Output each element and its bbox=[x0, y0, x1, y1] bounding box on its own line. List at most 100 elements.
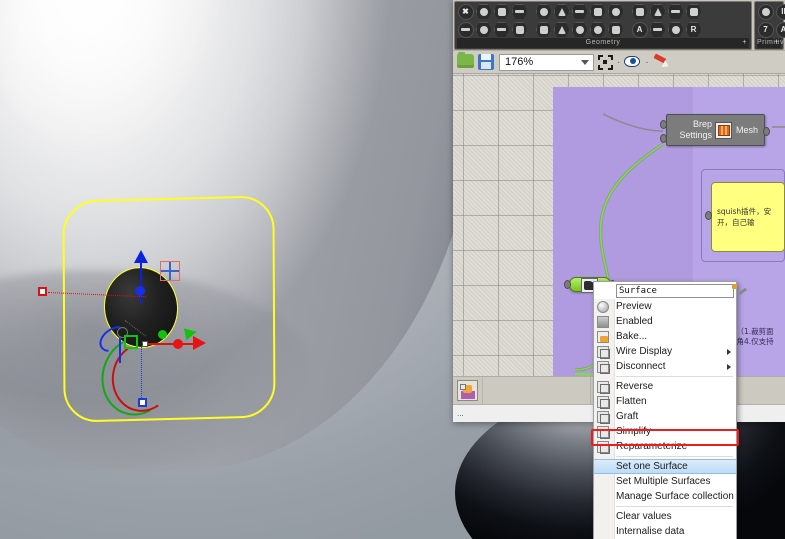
port-note-input[interactable] bbox=[705, 211, 712, 220]
blob-icon[interactable] bbox=[667, 21, 684, 38]
canvas-grid-line bbox=[463, 74, 464, 399]
transform-icon[interactable] bbox=[553, 3, 570, 20]
gumball-arrow-y[interactable] bbox=[184, 326, 198, 340]
menu-separator bbox=[616, 456, 733, 457]
bake-button[interactable] bbox=[653, 54, 669, 70]
ribbon-group-1[interactable]: ✖ bbox=[457, 3, 528, 38]
script-icon[interactable]: R bbox=[685, 21, 702, 38]
toolbar-separator-1: · bbox=[617, 57, 620, 68]
spark-icon[interactable] bbox=[553, 21, 570, 38]
menu-item-label: Internalise data bbox=[616, 526, 732, 537]
ribbon-group-3[interactable]: A R bbox=[631, 3, 702, 38]
yellow-note-panel[interactable]: squish插件，安 开，自己输 bbox=[711, 182, 785, 252]
number-icon[interactable]: II bbox=[775, 3, 785, 20]
menu-item-wire-display[interactable]: Wire Display bbox=[594, 344, 736, 359]
digit-seven-icon[interactable]: 7 bbox=[757, 21, 774, 38]
cluster-icon[interactable] bbox=[685, 3, 702, 20]
preview-toggle-button[interactable] bbox=[624, 54, 641, 71]
plane-icon[interactable] bbox=[511, 21, 528, 38]
bottom-cell-1[interactable] bbox=[453, 377, 483, 405]
gumball-axis-x[interactable] bbox=[146, 343, 196, 345]
menu-item-preview[interactable]: Preview bbox=[594, 299, 736, 314]
menu-item-manage-surface-collection[interactable]: Manage Surface collection bbox=[594, 489, 736, 504]
null-icon[interactable] bbox=[631, 3, 648, 20]
ribbon-expand-icon-2[interactable]: + bbox=[774, 38, 779, 48]
menu-item-bake[interactable]: Bake... bbox=[594, 329, 736, 344]
gumball-origin[interactable] bbox=[142, 341, 148, 347]
component-name-input[interactable] bbox=[616, 284, 734, 298]
line-icon[interactable] bbox=[493, 21, 510, 38]
ribbon-expand-icon[interactable]: + bbox=[742, 38, 747, 48]
canvas-grid-line bbox=[453, 75, 785, 76]
bottom-cell-2[interactable] bbox=[483, 377, 591, 405]
menu-item-clear-values[interactable]: Clear values bbox=[594, 509, 736, 524]
menu-item-simplify[interactable]: Simplify bbox=[594, 424, 736, 439]
dot-icon[interactable] bbox=[571, 21, 588, 38]
canvas-toolbar[interactable]: 176% · · bbox=[453, 50, 785, 74]
zoom-to-fit-button[interactable] bbox=[598, 55, 613, 70]
ribbon-panel-primitive[interactable]: II 7 A bbox=[754, 1, 784, 50]
field-icon[interactable] bbox=[571, 3, 588, 20]
group-icon[interactable] bbox=[535, 3, 552, 20]
merge-icon[interactable] bbox=[649, 3, 666, 20]
zoom-level-value: 176% bbox=[505, 56, 533, 68]
menu-item-disconnect[interactable]: Disconnect bbox=[594, 359, 736, 374]
bake-preview-icon[interactable] bbox=[457, 380, 478, 401]
vector-icon[interactable] bbox=[589, 3, 606, 20]
hex-icon[interactable] bbox=[535, 21, 552, 38]
letter-a-icon-2[interactable]: A bbox=[775, 21, 785, 38]
gumball-scale-x[interactable] bbox=[173, 339, 183, 349]
menu-item-enabled[interactable]: Enabled bbox=[594, 314, 736, 329]
brep-close-icon[interactable]: ✖ bbox=[457, 3, 474, 20]
menu-item-set-multiple-surfaces[interactable]: Set Multiple Surfaces bbox=[594, 474, 736, 489]
curve-icon[interactable] bbox=[457, 21, 474, 38]
tool-icon[interactable] bbox=[667, 3, 684, 20]
menu-item-graft[interactable]: Graft bbox=[594, 409, 736, 424]
gumball-scale-y[interactable] bbox=[158, 330, 167, 339]
save-file-button[interactable] bbox=[478, 54, 495, 71]
z-extension-handle[interactable] bbox=[138, 398, 147, 407]
box-icon[interactable] bbox=[475, 3, 492, 20]
mesh-component[interactable]: Brep Settings Mesh bbox=[666, 114, 765, 146]
port-brep-input[interactable] bbox=[660, 120, 667, 129]
eye-icon[interactable] bbox=[589, 21, 606, 38]
menu-item-label: Flatten bbox=[616, 396, 732, 407]
menu-item-label: Reverse bbox=[616, 381, 732, 392]
letter-a-icon[interactable]: A bbox=[631, 21, 648, 38]
ribbon-panel-geometry[interactable]: ✖ bbox=[454, 1, 752, 50]
ribbon-group-4[interactable]: II 7 A bbox=[757, 3, 785, 38]
x-extension-handle[interactable] bbox=[38, 287, 47, 296]
menu-item-flatten[interactable]: Flatten bbox=[594, 394, 736, 409]
point-icon[interactable] bbox=[475, 21, 492, 38]
menu-item-set-one-surface[interactable]: Set one Surface bbox=[594, 459, 736, 474]
component-ribbon[interactable]: ✖ bbox=[453, 0, 785, 50]
zoom-level-combobox[interactable]: 176% bbox=[499, 54, 594, 71]
context-menu-header[interactable] bbox=[594, 282, 736, 299]
open-file-button[interactable] bbox=[457, 54, 474, 71]
port-mesh-output[interactable] bbox=[763, 127, 770, 136]
menu-item-reverse[interactable]: Reverse bbox=[594, 379, 736, 394]
surface-icon[interactable] bbox=[493, 3, 510, 20]
chevron-down-icon[interactable] bbox=[581, 60, 589, 65]
gumball-plane-handle[interactable] bbox=[124, 335, 138, 349]
geometry-cache-icon[interactable] bbox=[607, 3, 624, 20]
gumball-scale-z[interactable] bbox=[135, 286, 145, 296]
circle-slash-icon[interactable] bbox=[757, 3, 774, 20]
gumball-arrow-z[interactable] bbox=[134, 250, 148, 263]
reverse-icon bbox=[597, 381, 609, 393]
menu-item-label: Set Multiple Surfaces bbox=[616, 476, 732, 487]
menu-item-reparameterize[interactable]: Reparameterize bbox=[594, 439, 736, 454]
menu-item-label: Wire Display bbox=[616, 346, 727, 357]
image-icon[interactable] bbox=[607, 21, 624, 38]
context-menu-items[interactable]: PreviewEnabledBake... Wire Display Disconn… bbox=[594, 299, 736, 539]
ribbon-group-2[interactable] bbox=[535, 3, 624, 38]
grid-icon[interactable] bbox=[649, 21, 666, 38]
port-surface-input[interactable] bbox=[564, 280, 571, 289]
surface-context-menu[interactable]: PreviewEnabledBake... Wire Display Disconn… bbox=[593, 281, 737, 539]
port-settings-input[interactable] bbox=[660, 134, 667, 143]
submenu-arrow-icon bbox=[727, 349, 731, 355]
menu-item-internalise-data[interactable]: Internalise data bbox=[594, 524, 736, 539]
ribbon-panel-primitive-label: Primitive bbox=[757, 39, 785, 46]
mesh-icon[interactable] bbox=[511, 3, 528, 20]
canvas-grid-line bbox=[533, 74, 534, 399]
